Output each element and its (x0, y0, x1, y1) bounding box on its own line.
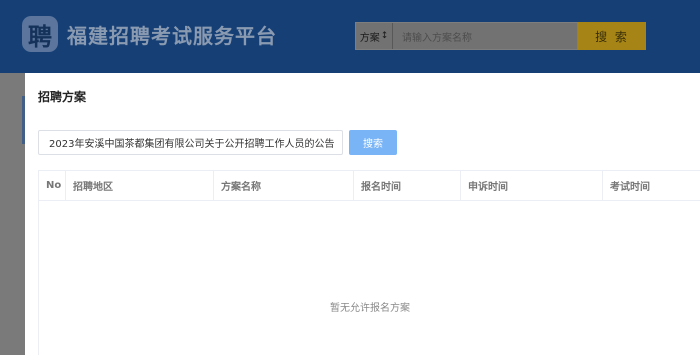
dialog-title: 招聘方案 (38, 90, 87, 104)
empty-table-message: 暂无允许报名方案 (330, 303, 410, 314)
site-header: 聘 福建招聘考试服务平台 方案 ↕ 请输入方案名称 搜 索 (0, 0, 700, 73)
table-header: No 招聘地区 方案名称 报名时间 申诉时间 考试时间 (39, 171, 700, 201)
plan-table: No 招聘地区 方案名称 报名时间 申诉时间 考试时间 暂无允许报名方案 (38, 170, 700, 355)
column-header-registration-time[interactable]: 报名时间 (354, 171, 461, 200)
column-header-plan-name[interactable]: 方案名称 (214, 171, 354, 200)
plan-search-input[interactable]: 2023年安溪中国茶都集团有限公司关于公开招聘工作人员的公告 (38, 130, 343, 155)
header-search-button[interactable]: 搜 索 (578, 22, 646, 50)
plan-search-button[interactable]: 搜索 (349, 130, 397, 155)
column-header-exam-time[interactable]: 考试时间 (603, 171, 700, 200)
recruitment-plan-dialog: 招聘方案 2023年安溪中国茶都集团有限公司关于公开招聘工作人员的公告 搜索 N… (25, 73, 700, 355)
column-header-no[interactable]: No (39, 171, 66, 200)
column-header-appeal-time[interactable]: 申诉时间 (461, 171, 603, 200)
column-header-region[interactable]: 招聘地区 (66, 171, 214, 200)
